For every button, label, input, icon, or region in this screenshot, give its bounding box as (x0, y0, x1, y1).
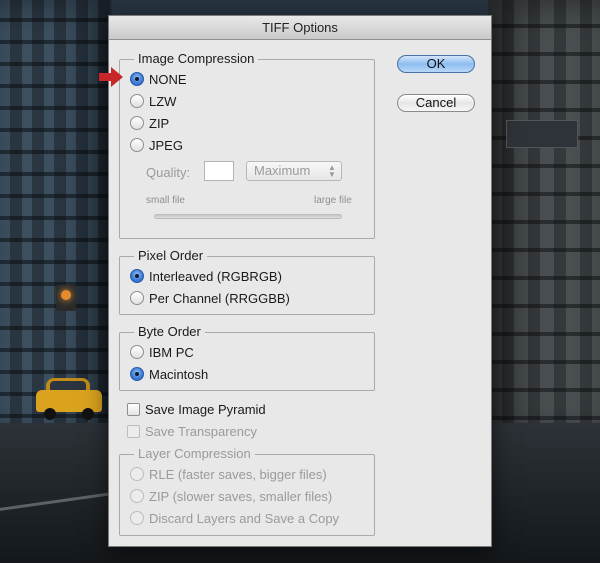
select-arrows-icon: ▲ ▼ (328, 163, 336, 179)
pixel-order-option-interleaved[interactable]: Interleaved (RGBRGB) (130, 267, 282, 285)
radio-label: Macintosh (149, 366, 209, 382)
checkbox-label: Save Image Pyramid (145, 401, 266, 417)
layer-option-rle[interactable]: RLE (faster saves, bigger files) (130, 465, 327, 483)
radio-interleaved[interactable] (130, 269, 144, 283)
radio-per-channel[interactable] (130, 291, 144, 305)
byte-order-option-macintosh[interactable]: Macintosh (130, 365, 208, 383)
pixel-order-option-per-channel[interactable]: Per Channel (RRGGBB) (130, 289, 290, 307)
small-file-label: small file (146, 195, 185, 206)
radio-label: Per Channel (RRGGBB) (149, 290, 290, 306)
radio-ibm-pc[interactable] (130, 345, 144, 359)
taxi-cab (36, 378, 102, 420)
layer-compression-legend: Layer Compression (134, 446, 255, 462)
image-compression-legend: Image Compression (134, 51, 259, 67)
dialog-title: TIFF Options (109, 16, 491, 40)
radio-label: Discard Layers and Save a Copy (149, 510, 340, 526)
byte-order-group: Byte Order IBM PC Macintosh (119, 324, 375, 391)
image-compression-group: Image Compression NONE LZW ZIP JPEG Qual… (119, 51, 375, 239)
save-transparency-checkbox[interactable]: Save Transparency (127, 422, 257, 440)
radio-label: Interleaved (RGBRGB) (149, 268, 282, 284)
compression-option-lzw[interactable]: LZW (130, 92, 176, 110)
radio-label: JPEG (149, 137, 183, 153)
radio-label: IBM PC (149, 344, 194, 360)
byte-order-legend: Byte Order (134, 324, 205, 340)
quality-slider[interactable] (154, 214, 342, 219)
layer-option-zip[interactable]: ZIP (slower saves, smaller files) (130, 487, 332, 505)
pixel-order-group: Pixel Order Interleaved (RGBRGB) Per Cha… (119, 248, 375, 315)
ok-button[interactable]: OK (397, 55, 475, 73)
radio-zip[interactable] (130, 116, 144, 130)
radio-lzw[interactable] (130, 94, 144, 108)
radio-none[interactable] (130, 72, 144, 86)
checkbox-box[interactable] (127, 424, 140, 438)
quality-input[interactable] (204, 161, 234, 181)
radio-label: ZIP (slower saves, smaller files) (149, 488, 333, 504)
compression-option-none[interactable]: NONE (130, 70, 187, 88)
layer-compression-group: Layer Compression RLE (faster saves, big… (119, 446, 375, 536)
byte-order-option-ibm-pc[interactable]: IBM PC (130, 343, 194, 361)
quality-preset-select[interactable]: Maximum ▲ ▼ (246, 161, 342, 181)
quality-preset-value: Maximum (254, 163, 311, 178)
compression-option-jpeg[interactable]: JPEG (130, 136, 183, 154)
radio-jpeg[interactable] (130, 138, 144, 152)
radio-discard[interactable] (130, 511, 144, 525)
right-building (488, 0, 600, 440)
tiff-options-dialog: TIFF Options OK Cancel Image Compression… (108, 15, 492, 547)
layer-option-discard[interactable]: Discard Layers and Save a Copy (130, 509, 339, 527)
quality-label: Quality: (146, 165, 191, 180)
red-arrow-icon (99, 67, 123, 87)
radio-label: RLE (faster saves, bigger files) (149, 466, 327, 482)
checkbox-label: Save Transparency (145, 423, 258, 439)
pixel-order-legend: Pixel Order (134, 248, 208, 264)
compression-option-zip[interactable]: ZIP (130, 114, 169, 132)
cancel-button[interactable]: Cancel (397, 94, 475, 112)
radio-label: LZW (149, 93, 177, 109)
radio-rle[interactable] (130, 467, 144, 481)
radio-macintosh[interactable] (130, 367, 144, 381)
building-sign (506, 120, 578, 148)
large-file-label: large file (314, 195, 352, 206)
radio-layer-zip[interactable] (130, 489, 144, 503)
left-building (0, 0, 112, 440)
save-image-pyramid-checkbox[interactable]: Save Image Pyramid (127, 400, 266, 418)
checkbox-box[interactable] (127, 402, 140, 416)
radio-label: ZIP (149, 115, 170, 131)
radio-label: NONE (149, 71, 187, 87)
traffic-light (56, 285, 76, 311)
